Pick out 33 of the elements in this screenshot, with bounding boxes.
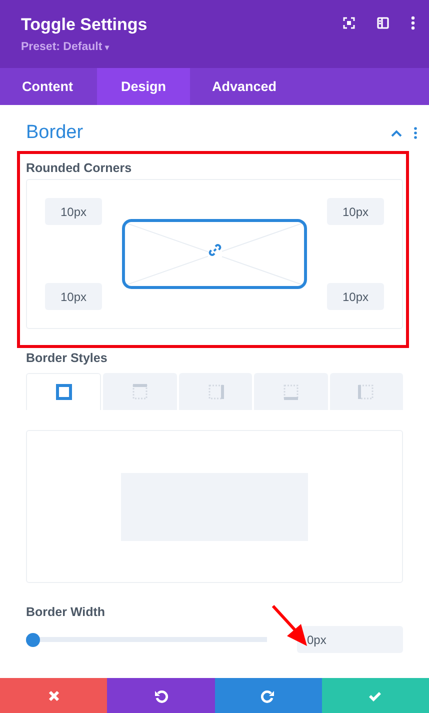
preset-dropdown[interactable]: Preset: Default (21, 41, 102, 53)
corner-input[interactable]: 10px (327, 198, 384, 225)
undo-icon (154, 688, 168, 702)
field-label: Border Width (26, 605, 106, 619)
field-label: Border Styles (26, 351, 108, 365)
caret-icon[interactable]: ▾ (105, 42, 110, 52)
border-bottom-icon (282, 384, 299, 400)
sidebar-icon[interactable] (377, 17, 389, 29)
tab[interactable]: Design (97, 68, 190, 105)
field-label: Rounded Corners (26, 161, 133, 175)
border-left-icon (358, 384, 374, 400)
corner-input[interactable]: 10px (45, 283, 102, 310)
more-icon[interactable] (414, 127, 417, 139)
tab[interactable]: Advanced (190, 68, 301, 105)
undo-button[interactable] (107, 678, 214, 713)
redo-icon (261, 688, 276, 702)
corner-input[interactable]: 10px (327, 283, 384, 310)
border-side-tab[interactable] (26, 373, 102, 410)
fullscreen-icon[interactable] (343, 17, 355, 29)
border-right-icon (208, 384, 224, 400)
cancel-icon (46, 688, 61, 702)
redo-button[interactable] (214, 678, 322, 713)
section-title: Border (26, 122, 84, 144)
border-all-icon (56, 384, 72, 400)
border-top-icon (132, 384, 148, 400)
chevron-up-icon[interactable] (391, 130, 402, 136)
more-icon[interactable] (411, 16, 415, 30)
slider-thumb[interactable] (26, 632, 40, 646)
tab[interactable]: Content (0, 68, 97, 105)
window-title: Toggle Settings (21, 15, 148, 35)
link-icon[interactable] (208, 243, 222, 257)
corner-input[interactable]: 10px (45, 198, 102, 225)
width-input[interactable]: 0px (297, 626, 403, 653)
